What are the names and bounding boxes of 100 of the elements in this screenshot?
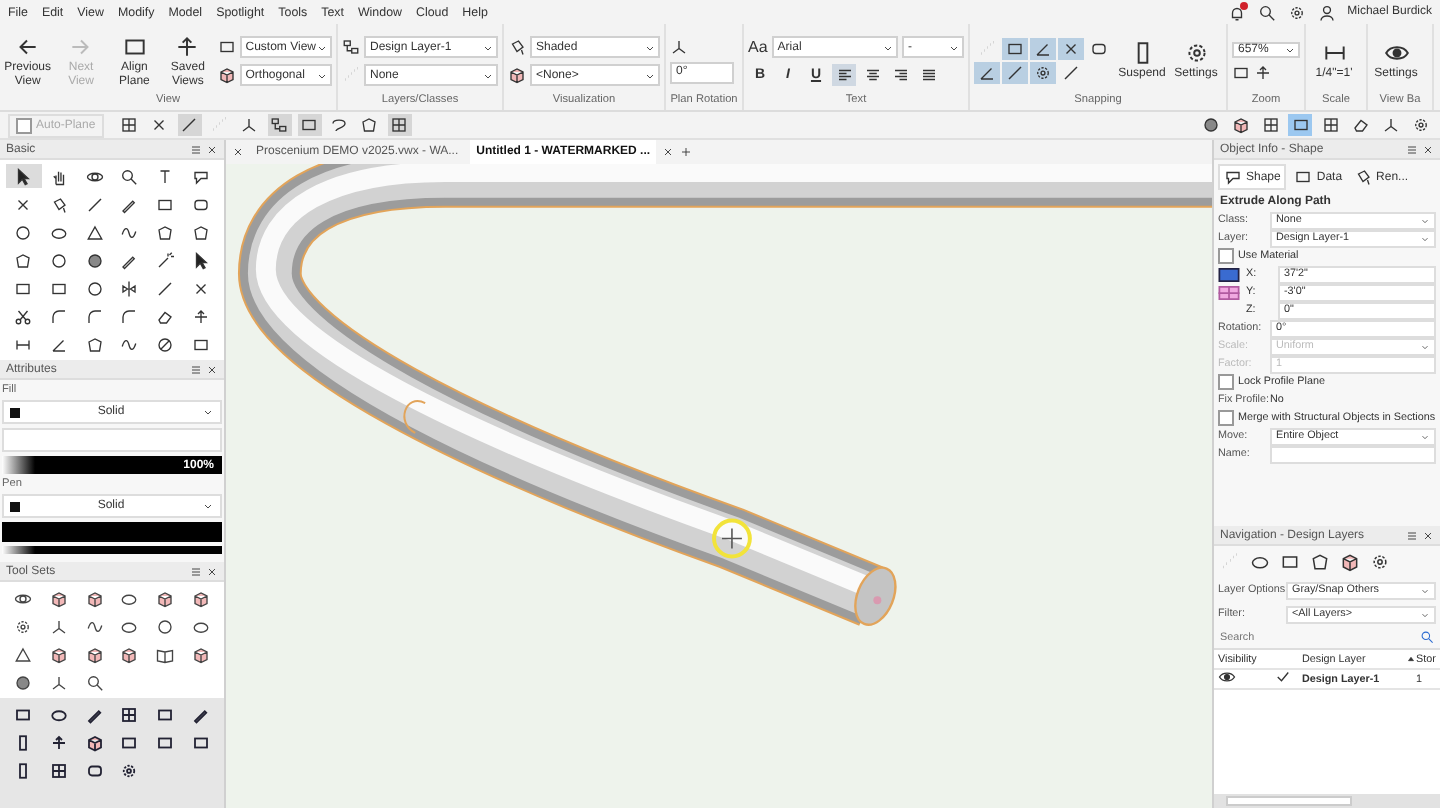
snap-toggle[interactable] [1030, 62, 1056, 84]
disc-icon[interactable] [85, 251, 104, 269]
move-icon[interactable] [191, 307, 210, 325]
close-icon[interactable] [206, 363, 218, 375]
pencil-icon[interactable] [120, 251, 139, 269]
disc-icon[interactable] [14, 673, 33, 691]
arrow-icon[interactable] [14, 167, 33, 185]
mode-button[interactable] [327, 114, 352, 136]
checkbox[interactable] [1218, 410, 1234, 426]
scrollbar[interactable] [1214, 794, 1440, 808]
search-icon[interactable] [1257, 3, 1276, 21]
cross-icon[interactable] [191, 279, 210, 297]
hand-icon[interactable] [49, 167, 68, 185]
bar-icon[interactable] [14, 733, 33, 751]
gear-icon[interactable] [14, 617, 33, 635]
rectangle-icon[interactable] [14, 705, 33, 723]
close-icon[interactable] [1422, 143, 1434, 155]
triangle-icon[interactable] [85, 223, 104, 241]
rounded-rectangle-icon[interactable] [85, 761, 104, 779]
dots-icon[interactable] [1220, 552, 1240, 572]
snap-toggle[interactable] [974, 62, 1000, 84]
mode-button[interactable] [387, 114, 412, 136]
dimension-icon[interactable] [14, 335, 33, 353]
close-icon[interactable] [1422, 529, 1434, 541]
mode-button[interactable] [117, 114, 142, 136]
line-icon[interactable] [155, 279, 174, 297]
checkbox[interactable] [1218, 248, 1234, 264]
cube-icon[interactable] [85, 733, 104, 751]
mirror-icon[interactable] [120, 279, 139, 297]
view-tool-button[interactable] [1348, 114, 1372, 136]
triangle-icon[interactable] [14, 645, 33, 663]
bell-icon[interactable] [1227, 3, 1246, 21]
axes-icon[interactable] [49, 617, 68, 635]
circle-icon[interactable] [155, 617, 174, 635]
no-entry-icon[interactable] [155, 335, 174, 353]
snap-toggle[interactable] [1002, 62, 1028, 84]
align-button[interactable] [832, 64, 856, 86]
move-icon[interactable] [1254, 63, 1272, 81]
book-icon[interactable] [155, 645, 174, 663]
cube-icon[interactable] [191, 589, 210, 607]
mode-button[interactable] [297, 114, 322, 136]
close-icon[interactable] [206, 143, 218, 155]
callout-icon[interactable] [191, 167, 210, 185]
move-icon[interactable] [49, 733, 68, 751]
snap-toggle[interactable] [1002, 38, 1028, 60]
oval-icon[interactable] [191, 617, 210, 635]
pencil-icon[interactable] [120, 195, 139, 213]
cube-icon[interactable] [155, 589, 174, 607]
wave-icon[interactable] [120, 223, 139, 241]
circle-icon[interactable] [14, 223, 33, 241]
polygon-icon[interactable] [1310, 552, 1330, 572]
wave-icon[interactable] [85, 617, 104, 635]
eraser-icon[interactable] [155, 307, 174, 325]
pencil-icon[interactable] [191, 705, 210, 723]
axes-icon[interactable] [670, 38, 688, 56]
circle-icon[interactable] [85, 279, 104, 297]
pencil-icon[interactable] [85, 705, 104, 723]
wave-icon[interactable] [120, 335, 139, 353]
cube-icon[interactable] [217, 66, 236, 84]
oval-icon[interactable] [49, 223, 68, 241]
view-tool-button[interactable] [1228, 114, 1252, 136]
close-icon[interactable] [232, 146, 244, 158]
snap-toggle[interactable] [1086, 38, 1112, 60]
gear-icon[interactable] [1370, 552, 1390, 572]
snap-toggle[interactable] [1030, 38, 1056, 60]
grid-icon[interactable] [49, 761, 68, 779]
scissors-icon[interactable] [14, 307, 33, 325]
search-icon[interactable] [1420, 630, 1434, 644]
mode-button[interactable] [267, 114, 292, 136]
arrow-icon[interactable] [191, 251, 210, 269]
cube-icon[interactable] [191, 645, 210, 663]
pen-opacity-slider[interactable] [2, 546, 222, 554]
cube-icon[interactable] [508, 66, 526, 84]
axes-icon[interactable] [49, 673, 68, 691]
mode-button[interactable] [357, 114, 382, 136]
orbit-icon[interactable] [14, 589, 33, 607]
cube-icon[interactable] [120, 645, 139, 663]
angle-icon[interactable] [49, 335, 68, 353]
gear-icon[interactable] [1287, 3, 1306, 21]
font-icon[interactable]: Aa [748, 38, 768, 56]
line-icon[interactable] [85, 195, 104, 213]
oval-icon[interactable] [1250, 552, 1270, 572]
rectangle-icon[interactable] [1280, 552, 1300, 572]
polygon-icon[interactable] [85, 335, 104, 353]
cube-icon[interactable] [85, 589, 104, 607]
view-tool-button[interactable] [1198, 114, 1222, 136]
plus-icon[interactable] [680, 146, 693, 158]
checkbox[interactable] [1218, 374, 1234, 390]
cube-icon[interactable] [49, 645, 68, 663]
view-tool-button[interactable] [1258, 114, 1282, 136]
cube-icon[interactable] [1340, 552, 1360, 572]
origin-icon[interactable] [1218, 267, 1240, 281]
bar-icon[interactable] [14, 761, 33, 779]
cross-icon[interactable] [14, 195, 33, 213]
rounded-rectangle-icon[interactable] [191, 195, 210, 213]
gear-icon[interactable] [120, 761, 139, 779]
nodes-icon[interactable] [342, 38, 360, 56]
eye-icon[interactable] [1218, 668, 1236, 686]
view-tool-button[interactable] [1288, 114, 1312, 136]
rectangle-icon[interactable] [191, 335, 210, 353]
